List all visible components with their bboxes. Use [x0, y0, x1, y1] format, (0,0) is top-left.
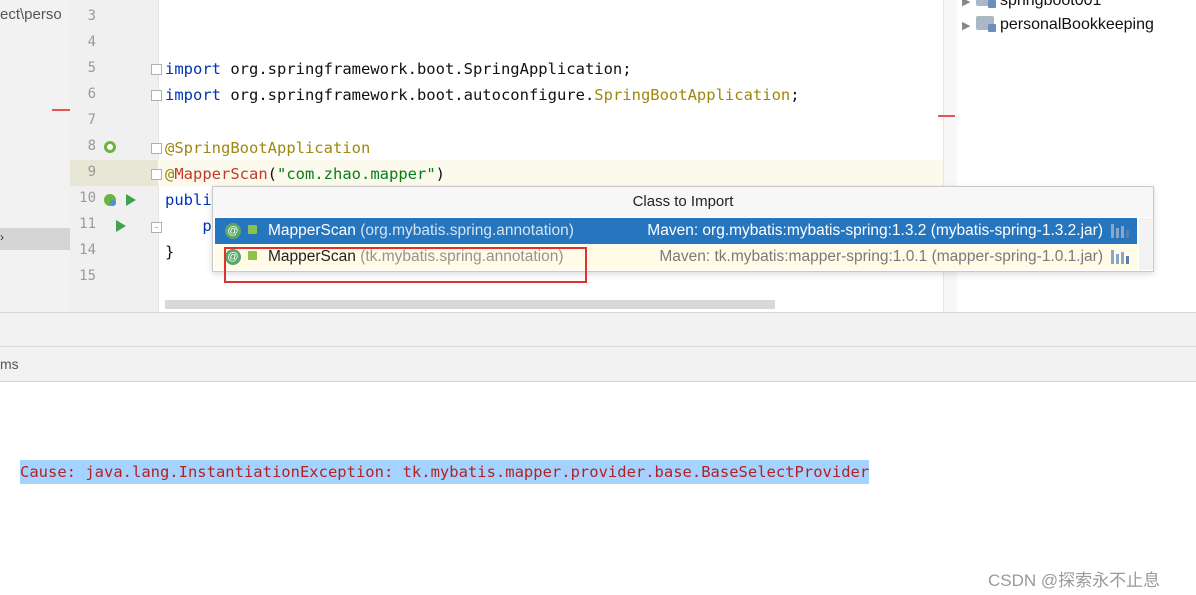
error-marker	[52, 109, 70, 111]
spring-bean-icon[interactable]	[102, 192, 120, 208]
line-number: 14	[79, 242, 96, 258]
line-number: 4	[87, 34, 96, 50]
code-line-9[interactable]: @MapperScan("com.zhao.mapper")	[165, 165, 445, 183]
code-line-11[interactable]: p	[165, 217, 211, 235]
spring-bean-icon[interactable]	[102, 139, 120, 155]
annotation-highlight-box	[224, 247, 587, 283]
fold-marker[interactable]	[151, 143, 162, 154]
project-panel	[0, 0, 70, 312]
popup-title: Class to Import	[213, 187, 1153, 217]
error-stripe-marker[interactable]	[938, 115, 955, 117]
maven-coordinate: Maven: org.mybatis:mybatis-spring:1.3.2 …	[647, 222, 1103, 239]
line-number: 9	[87, 164, 96, 180]
line-number: 6	[87, 86, 96, 102]
exception-line[interactable]: Cause: java.lang.InstantiationException:…	[20, 460, 870, 484]
tool-window-tabs	[0, 347, 1196, 382]
line-number: 11	[79, 216, 96, 232]
module-icon	[976, 0, 996, 8]
tool-window-bar	[0, 313, 1196, 347]
code-line-14[interactable]: }	[165, 243, 174, 261]
code-line-6[interactable]: import org.springframework.boot.autoconf…	[165, 86, 800, 104]
editor-horizontal-scrollbar[interactable]	[165, 300, 775, 309]
watermark-text: CSDN @探索永不止息	[988, 571, 1161, 590]
fold-marker[interactable]	[151, 169, 162, 180]
run-icon[interactable]	[115, 220, 127, 232]
run-icon[interactable]	[125, 194, 137, 206]
expand-arrow-icon[interactable]: ▶	[962, 0, 976, 8]
tool-tab-label[interactable]: ms	[0, 356, 19, 372]
line-number: 5	[87, 60, 96, 76]
library-icon	[1111, 224, 1129, 238]
annotation-icon: @	[225, 223, 241, 239]
line-number: 15	[79, 268, 96, 284]
module-icon	[976, 16, 996, 32]
maven-coordinate: Maven: tk.mybatis:mapper-spring:1.0.1 (m…	[659, 248, 1103, 265]
line-number: 8	[87, 138, 96, 154]
fold-marker[interactable]	[151, 64, 162, 75]
console-output	[0, 382, 1196, 595]
code-line-5[interactable]: import org.springframework.boot.SpringAp…	[165, 60, 632, 78]
line-number: 10	[79, 190, 96, 206]
fold-marker[interactable]: −	[151, 222, 162, 233]
visibility-icon	[248, 225, 257, 234]
expand-arrow-icon[interactable]: ▶	[962, 19, 976, 32]
project-path-text: ect\perso	[0, 6, 62, 23]
line-number: 7	[87, 112, 96, 128]
maven-tree-item[interactable]: ▶ springboot001	[962, 0, 1101, 10]
chevron-right-icon[interactable]: ›	[0, 230, 4, 244]
library-icon	[1111, 250, 1129, 264]
package-name: (org.mybatis.spring.annotation)	[355, 222, 574, 239]
class-name: MapperScan	[268, 222, 356, 239]
project-selected-row[interactable]	[0, 228, 70, 250]
line-number: 3	[87, 8, 96, 24]
maven-tree-item[interactable]: ▶ personalBookkeeping	[962, 16, 1154, 34]
code-line-10[interactable]: publi	[165, 191, 212, 209]
import-option-mybatis[interactable]: @ MapperScan (org.mybatis.spring.annotat…	[215, 218, 1137, 244]
fold-marker[interactable]	[151, 90, 162, 101]
popup-scrollbar[interactable]	[1139, 218, 1153, 270]
code-line-8[interactable]: @SpringBootApplication	[165, 139, 370, 157]
